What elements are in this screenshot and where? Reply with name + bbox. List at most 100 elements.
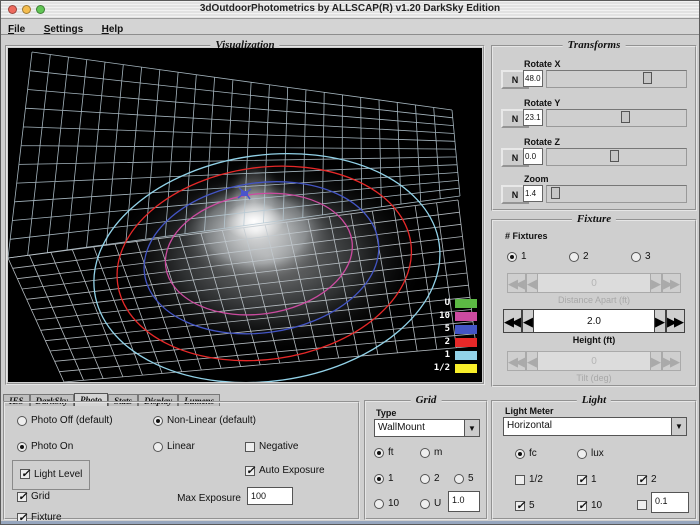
slider-thumb[interactable] [643, 72, 652, 84]
legend-swatch [455, 364, 477, 373]
legend-item: 10 [434, 311, 477, 321]
light-meter-label: Light Meter [505, 406, 554, 416]
radio-icon [454, 474, 464, 484]
grid-type-label: Type [376, 408, 396, 418]
fast-decrement-button: ◀◀ [507, 351, 526, 371]
fast-increment-button[interactable]: ▶▶ [666, 309, 685, 333]
rotate-y-value[interactable]: 23.1 [523, 109, 543, 126]
grid-spacing-u-radio[interactable]: U [420, 498, 441, 509]
slider-thumb[interactable] [621, 111, 630, 123]
photo-off-radio[interactable]: Photo Off (default) [17, 415, 113, 426]
photo-on-radio[interactable]: Photo On [17, 441, 73, 452]
grid-spacing-5-radio[interactable]: 5 [454, 473, 474, 484]
negative-checkbox[interactable]: Negative [245, 441, 298, 452]
level-1-checkbox[interactable]: 1 [577, 474, 597, 485]
zoom-slider[interactable] [546, 185, 687, 203]
height-label: Height (ft) [493, 335, 695, 345]
slider-thumb[interactable] [551, 187, 560, 199]
grid-spacing-10-radio[interactable]: 10 [374, 498, 399, 509]
photo-tab-panel: Photo Off (default) Photo On Light Level… [3, 401, 360, 520]
fast-decrement-button[interactable]: ◀◀ [503, 309, 522, 333]
height-value[interactable]: 2.0 [534, 309, 654, 333]
level-2-checkbox[interactable]: 2 [637, 474, 657, 485]
app-window: 3dOutdoorPhotometrics by ALLSCAP(R) v1.2… [0, 0, 700, 525]
visualization-panel: Visualization [5, 45, 485, 385]
radio-icon [153, 416, 163, 426]
checkbox-icon [245, 466, 255, 476]
fixtures-count-1-radio[interactable]: 1 [507, 251, 527, 262]
tilt-spinner: ◀◀ ◀ 0 ▶ ▶▶ [507, 351, 681, 371]
legend-item: 5 [434, 324, 477, 334]
radio-icon [420, 448, 430, 458]
light-meter-dropdown[interactable]: Horizontal ▼ [503, 417, 687, 436]
level-10-checkbox[interactable]: 10 [577, 500, 602, 511]
radio-icon [569, 252, 579, 262]
decrement-button: ◀ [526, 351, 538, 371]
slider-thumb[interactable] [610, 150, 619, 162]
max-exposure-field[interactable]: 100 [247, 487, 293, 505]
level-half-checkbox[interactable]: 1/2 [515, 474, 543, 485]
rotate-x-value[interactable]: 48.0 [523, 70, 543, 87]
light-unit-fc-radio[interactable]: fc [515, 448, 537, 459]
rotate-y-row: N Rotate Y 23.1 [501, 100, 687, 134]
light-unit-lux-radio[interactable]: lux [577, 448, 604, 459]
menu-help[interactable]: Help [95, 23, 131, 35]
bottom-tab-strip: IESDarkSkyPhotoStatsDisplayLumens [3, 388, 220, 401]
level-5-checkbox[interactable]: 5 [515, 500, 535, 511]
radio-icon [577, 449, 587, 459]
window-bottom-edge [1, 521, 699, 524]
level-custom-checkbox[interactable] [637, 500, 651, 510]
rotate-z-value[interactable]: 0.0 [523, 148, 543, 165]
menu-settings[interactable]: Settings [37, 23, 90, 35]
tilt-value: 0 [538, 351, 650, 371]
decrement-button[interactable]: ◀ [522, 309, 534, 333]
increment-button[interactable]: ▶ [654, 309, 666, 333]
distance-apart-spinner: ◀◀ ◀ 0 ▶ ▶▶ [507, 273, 681, 293]
legend-item: 2 [434, 337, 477, 347]
chevron-down-icon[interactable]: ▼ [464, 420, 479, 436]
tilt-label: Tilt (deg) [493, 373, 695, 383]
increment-button: ▶ [650, 273, 662, 293]
max-exposure-label: Max Exposure [145, 493, 241, 504]
linear-radio[interactable]: Linear [153, 441, 195, 452]
chevron-down-icon[interactable]: ▼ [671, 418, 686, 435]
grid-custom-spacing-field[interactable]: 1.0 [448, 491, 480, 512]
grid-checkbox[interactable]: Grid [17, 491, 50, 502]
auto-exposure-checkbox[interactable]: Auto Exposure [245, 465, 325, 476]
light-level-checkbox[interactable]: Light Level [20, 469, 82, 480]
rotate-y-slider[interactable] [546, 109, 687, 127]
menu-file[interactable]: File [1, 23, 32, 35]
light-custom-level-field[interactable]: 0.1 [651, 492, 689, 513]
legend: U 10 5 2 1 1/2 [434, 295, 477, 376]
rotate-z-slider[interactable] [546, 148, 687, 166]
window-title: 3dOutdoorPhotometrics by ALLSCAP(R) v1.2… [1, 3, 699, 14]
fixtures-count-2-radio[interactable]: 2 [569, 251, 589, 262]
checkbox-icon [637, 475, 647, 485]
grid-panel: Grid Type WallMount ▼ ft m 1 2 5 10 U 1.… [364, 400, 488, 520]
radio-icon [420, 474, 430, 484]
transforms-panel-title: Transforms [563, 39, 626, 51]
light-panel: Light Light Meter Horizontal ▼ fc lux 1/… [491, 400, 697, 520]
radio-icon [515, 449, 525, 459]
zoom-value[interactable]: 1.4 [523, 185, 543, 202]
grid-unit-ft-radio[interactable]: ft [374, 447, 394, 458]
radio-icon [631, 252, 641, 262]
rotate-x-slider[interactable] [546, 70, 687, 88]
legend-item: U [434, 298, 477, 308]
rotate-z-row: N Rotate Z 0.0 [501, 139, 687, 173]
light-level-focus-box: Light Level [12, 460, 90, 490]
grid-unit-m-radio[interactable]: m [420, 447, 442, 458]
title-bar: 3dOutdoorPhotometrics by ALLSCAP(R) v1.2… [1, 1, 699, 19]
legend-item: 1/2 [434, 363, 477, 373]
legend-swatch [455, 299, 477, 308]
radio-icon [374, 474, 384, 484]
fixtures-count-label: # Fixtures [505, 231, 548, 241]
grid-spacing-1-radio[interactable]: 1 [374, 473, 394, 484]
zoom-label: Zoom [524, 174, 549, 184]
non-linear-radio[interactable]: Non-Linear (default) [153, 415, 256, 426]
photometric-3d-viewport[interactable]: U 10 5 2 1 1/2 [8, 48, 482, 382]
grid-panel-title: Grid [411, 394, 442, 406]
grid-type-dropdown[interactable]: WallMount ▼ [374, 419, 480, 437]
grid-spacing-2-radio[interactable]: 2 [420, 473, 440, 484]
fixtures-count-3-radio[interactable]: 3 [631, 251, 651, 262]
